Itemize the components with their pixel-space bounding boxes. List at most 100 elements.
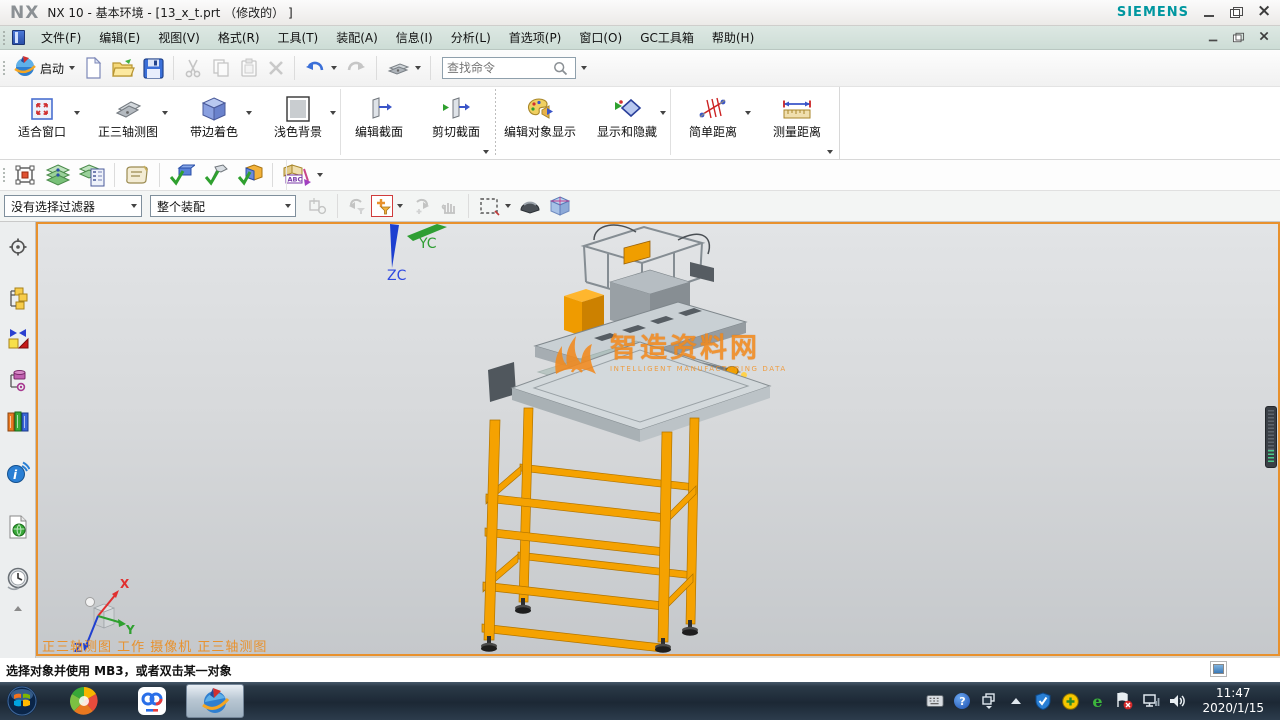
chevron-down-icon[interactable] bbox=[483, 150, 489, 154]
verify-tool-button[interactable] bbox=[199, 161, 233, 189]
chevron-down-icon[interactable] bbox=[74, 111, 80, 115]
block-check-icon bbox=[169, 163, 195, 187]
history-clock-icon[interactable] bbox=[5, 566, 31, 592]
mdi-minimize-button[interactable] bbox=[1208, 33, 1219, 42]
copy-button[interactable] bbox=[207, 56, 235, 80]
snap-point-button[interactable] bbox=[9, 161, 41, 189]
select-in-assembly-button[interactable] bbox=[304, 194, 332, 218]
work-section-button[interactable] bbox=[545, 193, 575, 219]
menu-format[interactable]: 格式(R) bbox=[209, 26, 269, 49]
toolbar-grip[interactable] bbox=[2, 60, 6, 76]
search-options-chevron[interactable] bbox=[581, 66, 587, 70]
reuse-library-icon[interactable] bbox=[5, 408, 31, 434]
taskbar-app-netdisk[interactable] bbox=[130, 682, 174, 720]
undo-button[interactable] bbox=[300, 56, 341, 80]
chevron-down-icon[interactable] bbox=[397, 204, 403, 208]
close-button[interactable] bbox=[1257, 7, 1270, 18]
start-button[interactable] bbox=[0, 682, 44, 720]
fit-window-button[interactable]: 适合窗口 bbox=[0, 87, 84, 159]
roles-gear-icon[interactable] bbox=[5, 234, 31, 260]
volume-speaker-icon[interactable] bbox=[1169, 692, 1187, 710]
taskbar-app-browser[interactable] bbox=[62, 682, 106, 720]
input-keyboard-icon[interactable] bbox=[926, 692, 944, 710]
graphics-viewport[interactable]: YC ZC bbox=[36, 222, 1280, 656]
menubar-grip[interactable] bbox=[2, 30, 6, 46]
minimize-button[interactable] bbox=[1203, 7, 1216, 18]
menu-view[interactable]: 视图(V) bbox=[149, 26, 209, 49]
network-icon[interactable] bbox=[1142, 692, 1160, 710]
web-browser-icon[interactable]: i bbox=[5, 460, 31, 486]
layer-list-button[interactable] bbox=[75, 161, 109, 189]
open-file-button[interactable] bbox=[107, 55, 139, 81]
history-palette-icon[interactable] bbox=[5, 514, 31, 540]
cut-button[interactable] bbox=[179, 56, 207, 80]
show-hidden-icons-button[interactable] bbox=[1007, 692, 1025, 710]
menu-information[interactable]: 信息(I) bbox=[387, 26, 442, 49]
annotation-note-button[interactable] bbox=[120, 162, 154, 188]
menu-assemblies[interactable]: 装配(A) bbox=[327, 26, 387, 49]
action-center-flag-icon[interactable] bbox=[1115, 692, 1133, 710]
previous-filter-button[interactable] bbox=[343, 195, 371, 217]
redo-filter-button[interactable] bbox=[407, 195, 435, 217]
taskbar-clock[interactable]: 11:47 2020/1/15 bbox=[1196, 686, 1272, 716]
menu-file[interactable]: 文件(F) bbox=[32, 26, 90, 49]
redo-button[interactable] bbox=[341, 56, 371, 80]
security-shield-icon[interactable] bbox=[1034, 692, 1052, 710]
chevron-down-icon[interactable] bbox=[827, 150, 833, 154]
light-background-button[interactable]: 浅色背景 bbox=[256, 87, 340, 159]
chevron-down-icon[interactable] bbox=[246, 111, 252, 115]
chevron-down-icon[interactable] bbox=[330, 111, 336, 115]
menu-analysis[interactable]: 分析(L) bbox=[442, 26, 500, 49]
edit-section-button[interactable]: 编辑截面 bbox=[341, 87, 417, 159]
constraint-navigator-icon[interactable] bbox=[5, 326, 31, 352]
delete-button[interactable] bbox=[263, 57, 289, 79]
measure-distance-button[interactable]: 测量距离 bbox=[755, 87, 839, 159]
verify-assembly-button[interactable] bbox=[233, 161, 267, 189]
layer-settings-button[interactable] bbox=[41, 161, 75, 189]
mdi-restore-button[interactable] bbox=[1233, 33, 1244, 42]
menu-edit[interactable]: 编辑(E) bbox=[90, 26, 149, 49]
search-input[interactable] bbox=[447, 61, 553, 75]
shaded-view-button[interactable] bbox=[515, 194, 545, 218]
grab-button[interactable] bbox=[435, 195, 463, 217]
edit-object-display-button[interactable]: 编辑对象显示 bbox=[496, 87, 584, 159]
toolbar-grip[interactable] bbox=[2, 167, 6, 183]
chevron-down-icon[interactable] bbox=[162, 111, 168, 115]
clip-section-button[interactable]: 剪切截面 bbox=[417, 87, 495, 159]
show-hide-button[interactable]: 显示和隐藏 bbox=[584, 87, 670, 159]
verify-block-button[interactable] bbox=[165, 161, 199, 189]
language-bar-restore-icon[interactable] bbox=[980, 692, 998, 710]
paste-button[interactable] bbox=[235, 56, 263, 80]
save-button[interactable] bbox=[139, 56, 168, 81]
new-file-button[interactable] bbox=[79, 55, 107, 81]
restore-button[interactable] bbox=[1230, 7, 1243, 18]
isometric-view-button[interactable]: 正三轴测图 bbox=[84, 87, 172, 159]
mdi-close-button[interactable] bbox=[1258, 33, 1269, 42]
chevron-down-icon[interactable] bbox=[745, 111, 751, 115]
selection-scope-dropdown[interactable]: 整个装配 bbox=[150, 195, 296, 217]
browser-e-icon[interactable]: e bbox=[1088, 692, 1106, 710]
shaded-with-edges-button[interactable]: 带边着色 bbox=[172, 87, 256, 159]
clip-section-slider[interactable] bbox=[1265, 406, 1277, 468]
resource-bar-scroll-arrow[interactable] bbox=[14, 606, 22, 611]
forward-plus-icon bbox=[411, 197, 431, 215]
display-mode-button[interactable] bbox=[382, 56, 425, 80]
assembly-navigator-icon[interactable] bbox=[5, 286, 31, 312]
menu-window[interactable]: 窗口(O) bbox=[570, 26, 631, 49]
status-clip-icon[interactable] bbox=[1210, 661, 1227, 677]
updater-plus-icon[interactable] bbox=[1061, 692, 1079, 710]
menu-help[interactable]: 帮助(H) bbox=[703, 26, 763, 49]
help-tray-icon[interactable]: ? bbox=[953, 692, 971, 710]
menu-gc-toolbox[interactable]: GC工具箱 bbox=[631, 26, 703, 49]
start-button[interactable]: 启动 bbox=[9, 52, 79, 84]
selection-filter-dropdown[interactable]: 没有选择过滤器 bbox=[4, 195, 142, 217]
chevron-down-icon[interactable] bbox=[660, 111, 666, 115]
taskbar-app-nx-active[interactable] bbox=[186, 684, 244, 718]
part-navigator-icon[interactable] bbox=[5, 368, 31, 394]
menu-tools[interactable]: 工具(T) bbox=[269, 26, 328, 49]
selection-filter-active-button[interactable] bbox=[371, 195, 393, 217]
marquee-select-button[interactable] bbox=[474, 194, 515, 218]
menu-preferences[interactable]: 首选项(P) bbox=[500, 26, 571, 49]
search-icon[interactable] bbox=[553, 61, 568, 76]
simple-distance-button[interactable]: 简单距离 bbox=[671, 87, 755, 159]
